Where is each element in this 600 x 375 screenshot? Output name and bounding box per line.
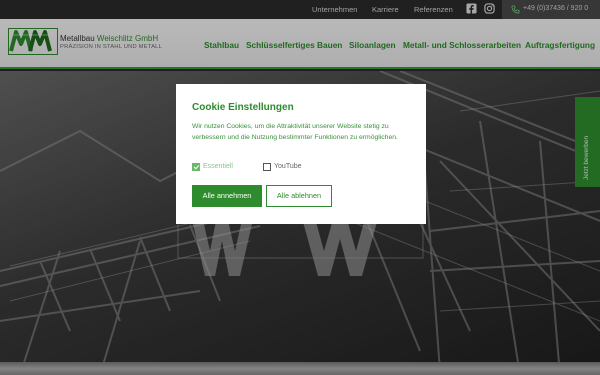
youtube-checkbox[interactable] [263, 163, 271, 171]
reject-all-button[interactable]: Alle ablehnen [266, 185, 332, 207]
cookie-option-youtube[interactable]: YouTube [263, 163, 323, 173]
essentiell-label: Essentiell [203, 163, 233, 170]
cookie-title: Cookie Einstellungen [192, 102, 294, 113]
cookie-consent-dialog: Cookie Einstellungen Wir nutzen Cookies,… [176, 84, 426, 224]
cookie-description: Wir nutzen Cookies, um die Attraktivität… [192, 123, 398, 141]
cookie-option-essentiell: Essentiell [192, 163, 252, 173]
youtube-label[interactable]: YouTube [274, 163, 302, 170]
accept-all-button[interactable]: Alle annehmen [192, 185, 262, 207]
essentiell-checkbox [192, 163, 200, 171]
